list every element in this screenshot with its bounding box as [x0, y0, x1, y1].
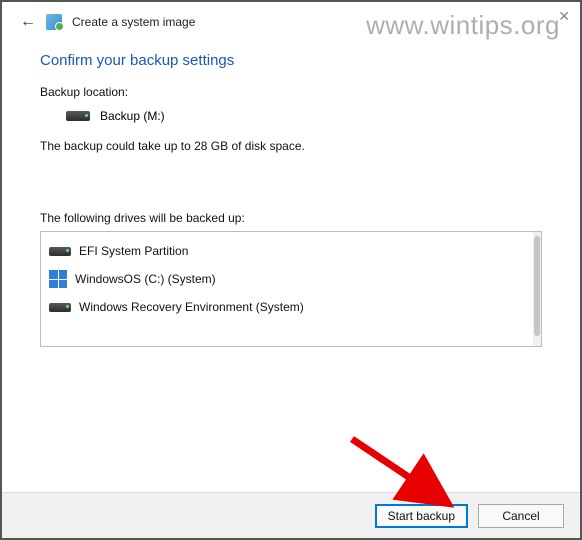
drives-list-label: The following drives will be backed up: [40, 211, 542, 225]
space-estimate-text: The backup could take up to 28 GB of dis… [40, 139, 542, 153]
scrollbar-thumb[interactable] [534, 236, 540, 336]
drive-icon [49, 247, 71, 256]
backup-location-value: Backup (M:) [100, 109, 165, 123]
cancel-button[interactable]: Cancel [478, 504, 564, 528]
list-item[interactable]: Windows Recovery Environment (System) [49, 294, 533, 320]
drive-icon [49, 303, 71, 312]
drive-name: EFI System Partition [79, 244, 188, 258]
windows-logo-icon [49, 270, 67, 288]
window-header: ← Create a system image [2, 2, 580, 38]
backup-location-label: Backup location: [40, 85, 542, 99]
scrollbar-track[interactable] [533, 232, 541, 346]
list-item[interactable]: EFI System Partition [49, 238, 533, 264]
back-arrow-icon[interactable]: ← [20, 14, 36, 30]
drive-name: WindowsOS (C:) (System) [75, 272, 216, 286]
dialog-footer: Start backup Cancel [2, 492, 580, 538]
system-image-icon [46, 14, 62, 30]
drive-icon [66, 111, 90, 121]
drives-list: EFI System Partition WindowsOS (C:) (Sys… [40, 231, 542, 347]
content-area: Confirm your backup settings Backup loca… [2, 38, 580, 347]
list-item[interactable]: WindowsOS (C:) (System) [49, 264, 533, 294]
close-icon[interactable]: ✕ [558, 8, 570, 25]
page-heading: Confirm your backup settings [40, 52, 542, 69]
start-backup-button[interactable]: Start backup [375, 504, 468, 528]
backup-location-row: Backup (M:) [40, 109, 542, 123]
drive-name: Windows Recovery Environment (System) [79, 300, 304, 314]
window-title: Create a system image [72, 15, 195, 29]
